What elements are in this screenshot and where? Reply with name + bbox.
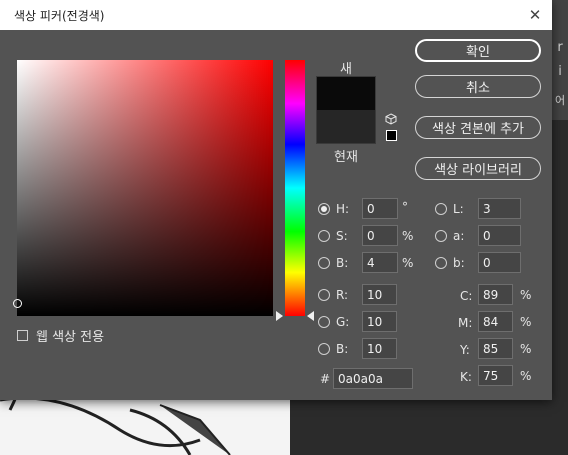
new-color-swatch	[316, 76, 376, 110]
web-safe-color-swatch[interactable]	[386, 130, 397, 141]
brightness-unit: %	[402, 256, 414, 270]
new-color-label: 새	[340, 62, 352, 77]
ok-button[interactable]: 확인	[415, 39, 541, 62]
radio-lab-l[interactable]	[435, 203, 447, 215]
lab-a-label: a:	[453, 229, 465, 243]
lab-l-label: L:	[453, 202, 464, 216]
current-color-swatch[interactable]	[316, 110, 376, 144]
blue-label: B:	[336, 342, 349, 356]
background-text: r	[557, 40, 563, 55]
hex-input[interactable]: 0a0a0a	[333, 368, 413, 389]
hue-slider-left-arrow[interactable]	[276, 311, 283, 321]
yellow-unit: %	[520, 342, 532, 356]
close-button[interactable]: ✕	[518, 0, 552, 30]
hue-input[interactable]: 0	[362, 198, 398, 219]
red-input[interactable]: 10	[362, 284, 397, 305]
blue-input[interactable]: 10	[362, 338, 397, 359]
radio-saturation[interactable]	[318, 230, 330, 242]
magenta-unit: %	[520, 315, 532, 329]
title-bar: 색상 피커(전경색) ✕	[0, 0, 552, 30]
background-text: 어	[554, 94, 566, 107]
black-input[interactable]: 75	[478, 365, 513, 386]
magenta-label: M:	[458, 316, 473, 330]
radio-brightness[interactable]	[318, 257, 330, 269]
saturation-label: S:	[336, 229, 348, 243]
radio-green[interactable]	[318, 316, 330, 328]
lab-l-input[interactable]: 3	[478, 198, 521, 219]
radio-lab-a[interactable]	[435, 230, 447, 242]
color-field[interactable]	[17, 60, 273, 316]
web-colors-only-option[interactable]: 웹 색상 전용	[17, 326, 104, 345]
color-libraries-button[interactable]: 색상 라이브러리	[415, 157, 541, 180]
black-unit: %	[520, 369, 532, 383]
hue-unit: °	[402, 200, 408, 214]
black-label: K:	[460, 370, 472, 384]
brightness-input[interactable]: 4	[362, 252, 398, 273]
color-picker-dialog: 색상 피커(전경색) ✕ 웹 색상 전용 새 현재 확인 취소 색상 견본에 추…	[0, 0, 552, 400]
lab-b-label: b:	[453, 256, 465, 270]
red-label: R:	[336, 288, 349, 302]
close-icon: ✕	[528, 6, 542, 24]
green-input[interactable]: 10	[362, 311, 397, 332]
cancel-button[interactable]: 취소	[415, 75, 541, 98]
out-of-gamut-cube-icon[interactable]	[385, 113, 397, 125]
color-field-marker[interactable]	[13, 299, 22, 308]
web-colors-only-label: 웹 색상 전용	[36, 330, 105, 345]
green-label: G:	[336, 315, 350, 329]
lab-b-input[interactable]: 0	[478, 252, 521, 273]
background-text: i	[558, 64, 562, 79]
window-title: 색상 피커(전경색)	[14, 9, 105, 23]
radio-hue[interactable]	[318, 203, 330, 215]
cyan-input[interactable]: 89	[478, 284, 513, 305]
brightness-label: B:	[336, 256, 349, 270]
saturation-unit: %	[402, 229, 414, 243]
current-color-label: 현재	[334, 150, 358, 165]
add-to-swatches-button[interactable]: 색상 견본에 추가	[415, 116, 541, 139]
hue-label: H:	[336, 202, 350, 216]
magenta-input[interactable]: 84	[478, 311, 513, 332]
radio-lab-b[interactable]	[435, 257, 447, 269]
hue-slider[interactable]	[285, 60, 305, 316]
cyan-label: C:	[460, 289, 473, 303]
hex-label: #	[320, 372, 331, 386]
saturation-input[interactable]: 0	[362, 225, 398, 246]
radio-red[interactable]	[318, 289, 330, 301]
radio-blue[interactable]	[318, 343, 330, 355]
lab-a-input[interactable]: 0	[478, 225, 521, 246]
yellow-input[interactable]: 85	[478, 338, 513, 359]
hue-slider-right-arrow[interactable]	[307, 311, 314, 321]
yellow-label: Y:	[460, 343, 470, 357]
cyan-unit: %	[520, 288, 532, 302]
web-colors-only-checkbox[interactable]	[17, 330, 28, 341]
